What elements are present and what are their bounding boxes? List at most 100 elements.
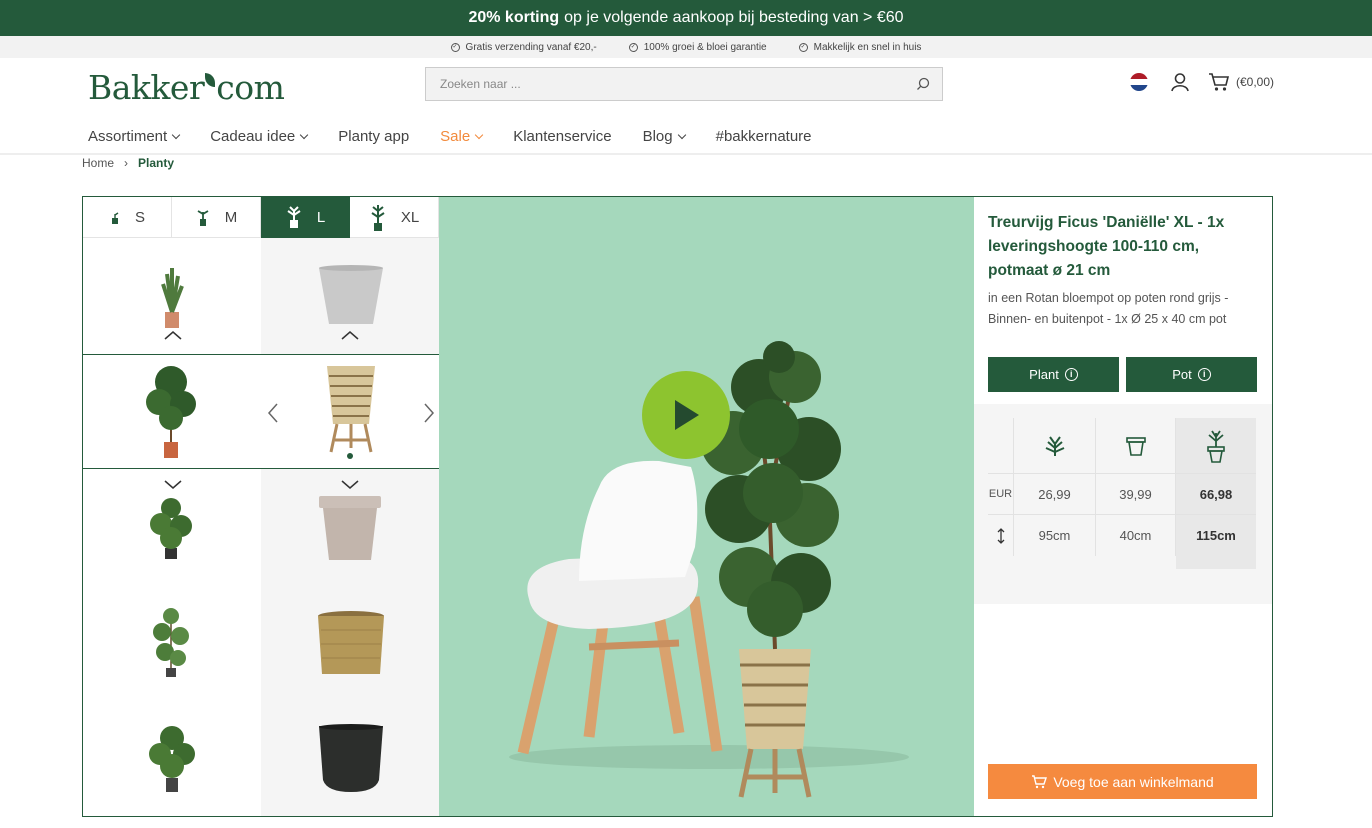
usp-label: Gratis verzending vanaf €20,- bbox=[465, 41, 597, 53]
chevron-down-icon[interactable] bbox=[341, 480, 359, 490]
chevron-down-icon bbox=[474, 130, 484, 139]
nav-label: #bakkernature bbox=[715, 128, 812, 145]
sprout-xl-icon bbox=[371, 205, 385, 231]
hero-product-image bbox=[439, 197, 974, 816]
breadcrumb-separator: › bbox=[124, 156, 129, 170]
pot-height: 40cm bbox=[1096, 515, 1176, 556]
info-icon: i bbox=[1197, 368, 1211, 381]
planty-configurator: S M L XL Treurvijg Ficus 'Daniëlle' XL -… bbox=[82, 196, 1273, 817]
main-nav: Assortiment Cadeau idee Planty app Sale … bbox=[88, 128, 843, 145]
plant-icon bbox=[1045, 435, 1064, 456]
height-row: 95cm 40cm 115cm bbox=[988, 515, 1256, 556]
selected-combination-row bbox=[83, 354, 439, 469]
cart-total: (€0,00) bbox=[1236, 75, 1275, 89]
check-icon: ✓ bbox=[628, 42, 638, 52]
nav-item-bakkernature[interactable]: #bakkernature bbox=[716, 128, 812, 145]
usp-item: ✓ Makkelijk en snel in huis bbox=[798, 41, 922, 53]
pot-thumbnail-grey-concrete[interactable] bbox=[317, 264, 385, 326]
breadcrumb-current: Planty bbox=[138, 156, 175, 170]
price-table: EUR 26,99 39,99 66,98 95cm 40cm 115cm Vo… bbox=[974, 404, 1272, 799]
sprout-large-icon bbox=[287, 206, 301, 228]
total-price: 66,98 bbox=[1199, 486, 1233, 502]
nav-item-sale[interactable]: Sale bbox=[440, 128, 484, 145]
pot-icon bbox=[1125, 436, 1146, 456]
pot-thumbnail-gold[interactable] bbox=[317, 610, 385, 678]
usp-item: ✓ Gratis verzending vanaf €20,- bbox=[450, 41, 597, 53]
sprout-medium-icon bbox=[197, 210, 209, 226]
plant-thumbnail-sansevieria[interactable] bbox=[155, 262, 189, 332]
search-icon[interactable] bbox=[916, 77, 930, 91]
chevron-down-icon bbox=[300, 130, 309, 139]
tab-size-xl[interactable]: XL bbox=[350, 197, 439, 238]
nav-item-cadeau-idee[interactable]: Cadeau idee bbox=[210, 128, 309, 145]
cart-button[interactable]: (€0,00) bbox=[1208, 72, 1274, 92]
plant-thumbnail-ficus-3[interactable] bbox=[151, 606, 191, 678]
usp-item: ✓ 100% groei & bloei garantie bbox=[628, 41, 767, 53]
plant-info-button[interactable]: Plant i bbox=[988, 357, 1119, 392]
chevron-right-icon[interactable] bbox=[423, 403, 435, 423]
usp-label: 100% groei & bloei garantie bbox=[643, 41, 767, 53]
language-flag-icon[interactable] bbox=[1130, 73, 1148, 91]
tab-label: S bbox=[134, 208, 145, 226]
nav-item-blog[interactable]: Blog bbox=[643, 128, 686, 145]
plant-thumbnail-ficus-2[interactable] bbox=[149, 494, 193, 560]
tab-size-s[interactable]: S bbox=[83, 197, 172, 238]
chevron-left-icon[interactable] bbox=[267, 403, 279, 423]
nav-label: Cadeau idee bbox=[210, 128, 296, 145]
plant-in-pot-icon bbox=[1207, 430, 1225, 463]
price-row: EUR 26,99 39,99 66,98 bbox=[988, 474, 1256, 515]
nav-label: Sale bbox=[440, 128, 471, 145]
tab-label: L bbox=[316, 208, 326, 226]
product-subtitle: in een Rotan bloempot op poten rond grij… bbox=[988, 291, 1229, 326]
info-icon: i bbox=[1064, 368, 1078, 381]
sprout-small-icon bbox=[111, 212, 119, 224]
usp-label: Makkelijk en snel in huis bbox=[813, 41, 922, 53]
nav-item-klantenservice[interactable]: Klantenservice bbox=[513, 128, 611, 145]
tab-size-l[interactable]: L bbox=[261, 197, 350, 238]
nav-label: Assortiment bbox=[88, 128, 168, 145]
play-video-button[interactable] bbox=[642, 371, 730, 459]
header-actions: (€0,00) bbox=[1130, 72, 1274, 92]
logo-text-left: Bakker bbox=[88, 68, 205, 107]
account-icon[interactable] bbox=[1170, 72, 1190, 92]
chevron-up-icon[interactable] bbox=[341, 330, 359, 340]
promo-bar: 20% korting op je volgende aankoop bij b… bbox=[0, 0, 1372, 36]
play-icon bbox=[675, 400, 699, 430]
search-box[interactable]: Zoeken naar ... bbox=[425, 67, 943, 101]
tab-label: M bbox=[224, 208, 238, 226]
add-to-cart-button[interactable]: Voeg toe aan winkelmand bbox=[988, 764, 1257, 799]
total-height: 115cm bbox=[1196, 528, 1236, 543]
pot-thumbnail-taupe[interactable] bbox=[319, 496, 381, 562]
nav-label: Planty app bbox=[338, 128, 410, 145]
button-label: Plant bbox=[1029, 367, 1059, 382]
product-title: Treurvijg Ficus 'Daniëlle' XL - 1x lever… bbox=[988, 214, 1225, 279]
carousel-dot[interactable] bbox=[347, 453, 353, 459]
check-icon: ✓ bbox=[450, 42, 460, 52]
plant-thumbnail-ficus-selected[interactable] bbox=[145, 360, 197, 460]
nav-divider bbox=[0, 153, 1372, 155]
site-logo[interactable]: Bakker com bbox=[88, 68, 285, 107]
breadcrumb-home[interactable]: Home bbox=[82, 156, 114, 170]
chevron-down-icon[interactable] bbox=[164, 480, 182, 490]
chevron-up-icon[interactable] bbox=[164, 330, 182, 340]
height-icon bbox=[997, 527, 1004, 544]
search-input[interactable]: Zoeken naar ... bbox=[440, 77, 521, 91]
pot-info-button[interactable]: Pot i bbox=[1126, 357, 1257, 392]
pot-thumbnail-black[interactable] bbox=[317, 724, 385, 794]
cart-icon bbox=[1209, 73, 1230, 91]
plant-height: 95cm bbox=[1014, 515, 1096, 556]
check-icon: ✓ bbox=[798, 42, 808, 52]
leaf-icon bbox=[205, 73, 216, 87]
nav-item-planty-app[interactable]: Planty app bbox=[338, 128, 409, 145]
product-info-panel: Treurvijg Ficus 'Daniëlle' XL - 1x lever… bbox=[974, 197, 1272, 816]
chevron-down-icon bbox=[171, 130, 181, 139]
chevron-down-icon bbox=[677, 130, 686, 139]
pot-thumbnail-rattan-selected[interactable] bbox=[323, 362, 379, 454]
nav-item-assortiment[interactable]: Assortiment bbox=[88, 128, 181, 145]
button-label: Pot bbox=[1172, 367, 1192, 382]
add-to-cart-label: Voeg toe aan winkelmand bbox=[1053, 773, 1214, 790]
pot-price: 39,99 bbox=[1096, 474, 1176, 514]
tab-size-m[interactable]: M bbox=[172, 197, 261, 238]
plant-thumbnail-ficus-4[interactable] bbox=[149, 722, 195, 794]
size-tabs: S M L XL bbox=[83, 197, 439, 238]
